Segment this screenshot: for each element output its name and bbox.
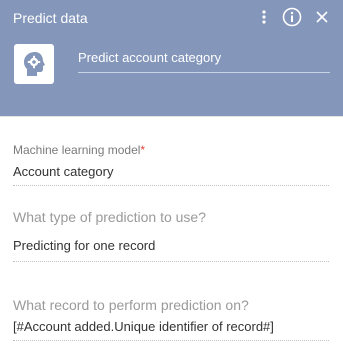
element-name-value: Predict account category <box>78 50 222 65</box>
panel-header: Predict data Predict account category <box>0 0 343 116</box>
close-icon[interactable] <box>311 6 333 28</box>
record-field: What record to perform prediction on? [#… <box>13 297 329 341</box>
panel-title: Predict data <box>13 10 88 26</box>
required-mark: * <box>140 143 146 157</box>
header-divider <box>0 116 343 117</box>
prediction-type-label: What type of prediction to use? <box>13 209 206 225</box>
element-name-field[interactable]: Predict account category <box>78 45 330 73</box>
ml-head-icon <box>14 44 54 84</box>
more-icon[interactable] <box>253 6 275 28</box>
model-label: Machine learning model* <box>13 143 146 157</box>
prediction-type-input[interactable]: Predicting for one record <box>13 238 329 262</box>
model-input[interactable]: Account category <box>13 164 329 186</box>
model-field: Machine learning model* Account category <box>13 143 329 186</box>
prediction-type-field: What type of prediction to use? Predicti… <box>13 209 329 262</box>
record-label: What record to perform prediction on? <box>13 297 249 313</box>
info-icon[interactable] <box>281 6 303 28</box>
record-input[interactable]: [#Account added.Unique identifier of rec… <box>13 319 329 341</box>
predict-data-panel: Predict data Predict account category Ma… <box>0 0 343 356</box>
